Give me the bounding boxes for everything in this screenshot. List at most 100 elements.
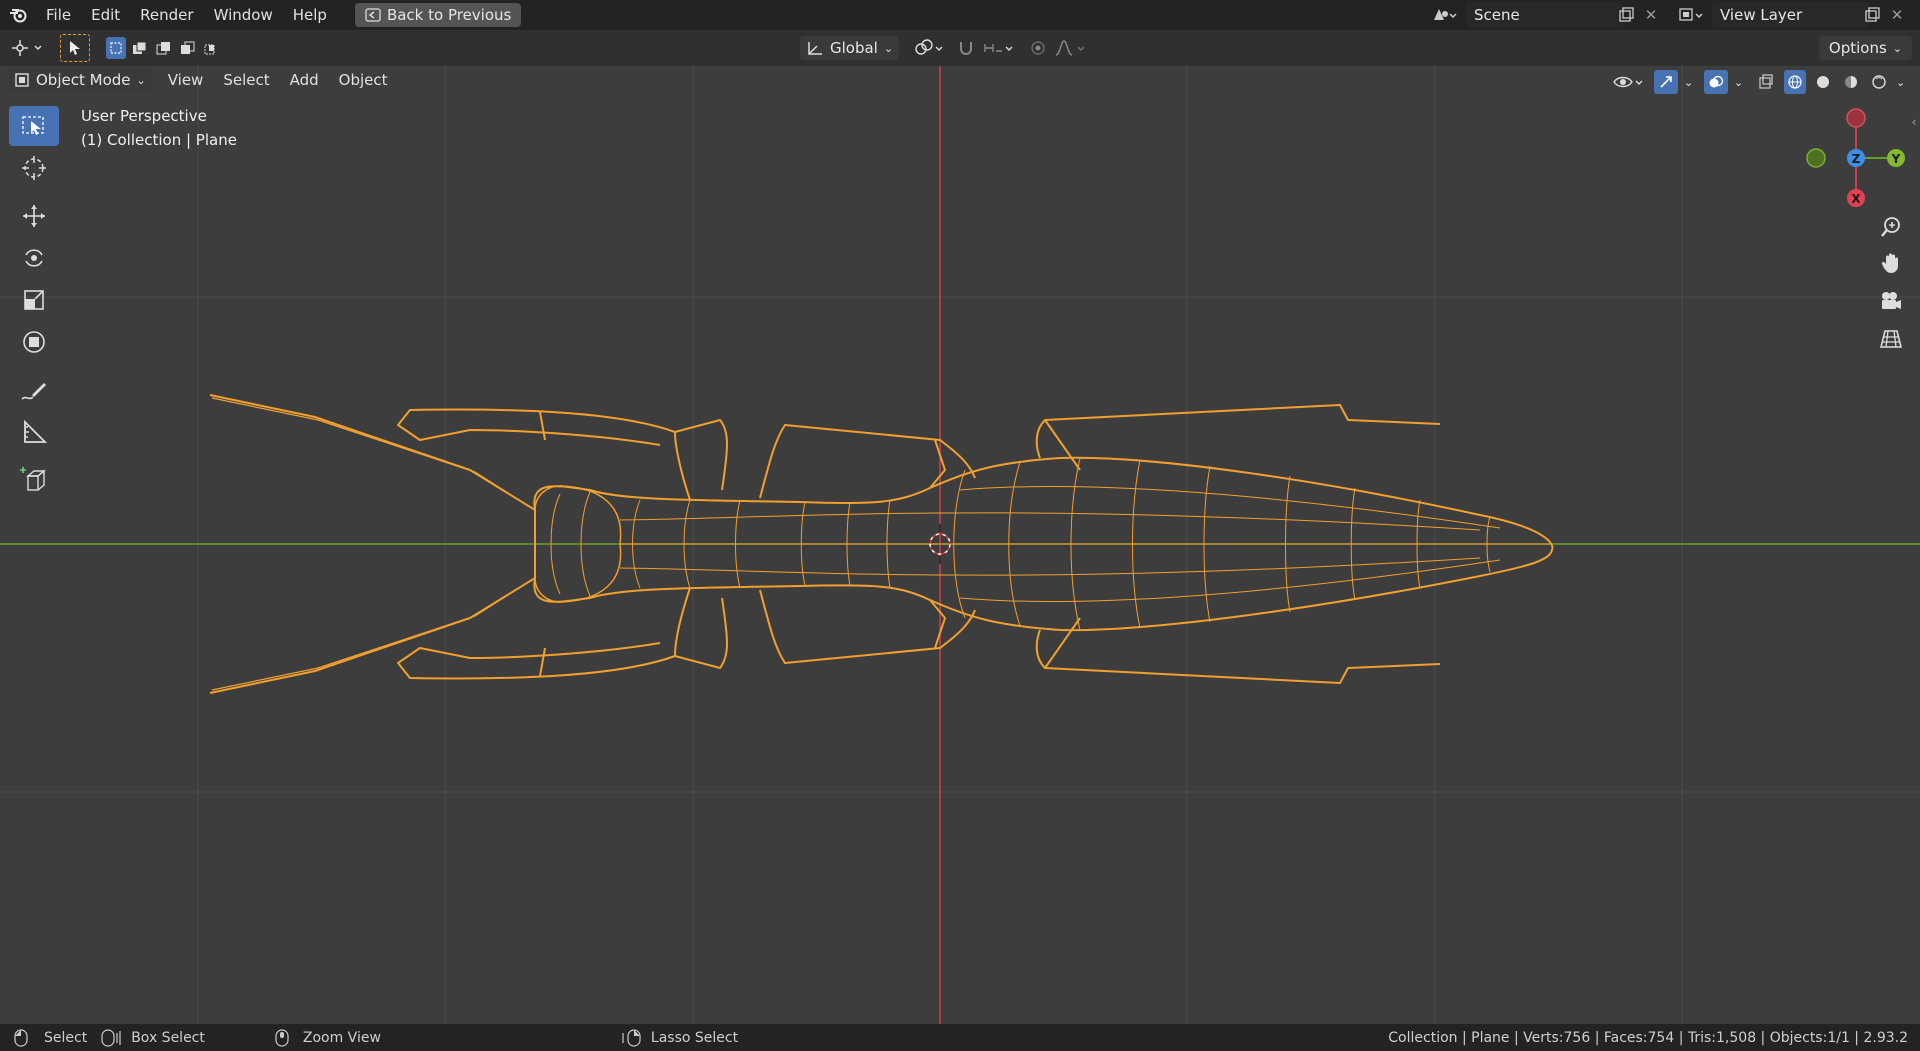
menu-help[interactable]: Help bbox=[283, 0, 337, 30]
viewport-menu-view[interactable]: View bbox=[158, 68, 214, 92]
status-box-select-label: Box Select bbox=[131, 1029, 205, 1046]
chevron-down-icon[interactable]: ⌄ bbox=[1684, 76, 1698, 89]
gizmo-toggle-icon[interactable] bbox=[1654, 70, 1678, 94]
grid-icon bbox=[1880, 330, 1902, 348]
options-dropdown[interactable]: Options ⌄ bbox=[1818, 36, 1912, 60]
chevron-down-icon: ⌄ bbox=[1892, 41, 1902, 55]
status-box-select: Box Select bbox=[101, 1028, 205, 1047]
pivot-point-icon[interactable] bbox=[912, 36, 948, 60]
pan-view-button[interactable] bbox=[1874, 246, 1908, 280]
back-to-previous-label: Back to Previous bbox=[386, 6, 512, 24]
new-scene-icon[interactable] bbox=[1614, 7, 1638, 23]
chevron-down-icon: ⌄ bbox=[136, 73, 146, 87]
camera-icon bbox=[1882, 292, 1901, 309]
hand-icon bbox=[1881, 253, 1898, 273]
proportional-editing-icon[interactable] bbox=[1026, 36, 1050, 60]
gizmo-y-label: Y bbox=[1891, 152, 1901, 166]
collection-label: (1) Collection | Plane bbox=[81, 131, 237, 149]
mode-difference-icon[interactable] bbox=[178, 37, 198, 59]
zoom-icon bbox=[1881, 217, 1900, 237]
snap-target-icon[interactable] bbox=[980, 36, 1018, 60]
viewport-menu-add[interactable]: Add bbox=[280, 68, 329, 92]
tool-cursor[interactable] bbox=[9, 148, 59, 188]
gizmo-x-label: X bbox=[1851, 192, 1861, 206]
menu-window[interactable]: Window bbox=[204, 0, 283, 30]
viewport-menu-select[interactable]: Select bbox=[213, 68, 279, 92]
back-icon bbox=[365, 8, 381, 22]
mode-intersect-icon[interactable] bbox=[202, 37, 222, 59]
back-to-previous-button[interactable]: Back to Previous bbox=[354, 3, 522, 27]
perspective-label: User Perspective bbox=[81, 107, 207, 125]
camera-view-button[interactable] bbox=[1874, 284, 1908, 318]
select-tool-icon[interactable] bbox=[60, 34, 90, 62]
status-zoom-view: Zoom View bbox=[275, 1028, 381, 1047]
sidebar-toggle-icon[interactable]: ‹ bbox=[1908, 112, 1920, 132]
tool-shelf bbox=[8, 106, 60, 500]
top-menu-bar: File Edit Render Window Help Back to Pre… bbox=[0, 0, 1920, 30]
shading-wireframe-icon[interactable] bbox=[1784, 70, 1806, 94]
shading-solid-icon[interactable] bbox=[1812, 70, 1834, 94]
transform-icon bbox=[23, 331, 45, 353]
menu-edit[interactable]: Edit bbox=[81, 0, 130, 30]
editor-type-icon[interactable] bbox=[8, 35, 48, 61]
menu-file[interactable]: File bbox=[36, 0, 81, 30]
object-mode-icon bbox=[15, 73, 29, 87]
xray-toggle-icon[interactable] bbox=[1754, 70, 1778, 94]
tool-select-box[interactable] bbox=[9, 106, 59, 146]
scene-name-field[interactable]: Scene bbox=[1466, 3, 1624, 27]
gizmo-neg-y-icon bbox=[1806, 148, 1826, 168]
chevron-down-icon[interactable]: ⌄ bbox=[1734, 76, 1748, 89]
tool-transform[interactable] bbox=[9, 322, 59, 362]
tool-scale[interactable] bbox=[9, 280, 59, 320]
object-mode-label: Object Mode bbox=[36, 71, 131, 89]
mouse-left-icon bbox=[14, 1028, 28, 1047]
view-layer-field[interactable]: View Layer bbox=[1712, 3, 1870, 27]
gizmo-z-label: Z bbox=[1852, 152, 1861, 166]
viewport-scene bbox=[0, 66, 1920, 1024]
navigation-gizmo[interactable]: Y X Z bbox=[1806, 108, 1906, 208]
viewport-menu-object[interactable]: Object bbox=[329, 68, 398, 92]
view-layer-selector-icon[interactable] bbox=[1674, 6, 1708, 24]
tool-rotate[interactable] bbox=[9, 238, 59, 278]
tool-add-cube[interactable] bbox=[9, 460, 59, 500]
menu-render[interactable]: Render bbox=[130, 0, 203, 30]
gizmo-neg-x-icon bbox=[1846, 108, 1866, 128]
transform-orientation-dropdown[interactable]: Global ⌄ bbox=[800, 36, 900, 60]
remove-view-layer-icon[interactable]: ✕ bbox=[1886, 6, 1908, 24]
selection-mode-group bbox=[106, 37, 222, 59]
new-view-layer-icon[interactable] bbox=[1860, 7, 1884, 23]
shading-material-icon[interactable] bbox=[1840, 70, 1862, 94]
status-lasso-select-label: Lasso Select bbox=[650, 1029, 739, 1046]
scene-statistics: Collection | Plane | Verts:756 | Faces:7… bbox=[1388, 1029, 1908, 1046]
viewport-display-controls: ⌄ ⌄ ⌄ bbox=[1610, 70, 1910, 94]
mouse-middle-icon bbox=[275, 1028, 289, 1047]
remove-scene-icon[interactable]: ✕ bbox=[1640, 6, 1662, 24]
mode-extend-icon[interactable] bbox=[130, 37, 150, 59]
cursor-icon bbox=[22, 156, 46, 180]
object-mode-dropdown[interactable]: Object Mode ⌄ bbox=[8, 68, 152, 92]
3d-viewport[interactable] bbox=[0, 66, 1920, 1024]
status-bar: Select Box Select Zoom View Lasso Select… bbox=[0, 1024, 1920, 1051]
tool-move[interactable] bbox=[9, 196, 59, 236]
orientation-icon bbox=[808, 42, 822, 55]
chevron-down-icon: ⌄ bbox=[883, 41, 894, 55]
chevron-down-icon[interactable]: ⌄ bbox=[1896, 76, 1910, 89]
blender-logo-icon[interactable] bbox=[0, 7, 36, 23]
falloff-curve-icon[interactable] bbox=[1052, 36, 1090, 60]
tool-annotate[interactable] bbox=[9, 370, 59, 410]
overlays-toggle-icon[interactable] bbox=[1704, 70, 1728, 94]
shading-rendered-icon[interactable] bbox=[1868, 70, 1890, 94]
snap-toggle-icon[interactable] bbox=[954, 36, 978, 60]
scene-selector-icon[interactable] bbox=[1426, 2, 1462, 28]
tool-measure[interactable] bbox=[9, 412, 59, 452]
visibility-eye-icon[interactable] bbox=[1610, 70, 1648, 94]
status-select-label: Select bbox=[44, 1029, 88, 1046]
tool-settings-bar: Global ⌄ Options ⌄ bbox=[0, 30, 1920, 66]
ortho-toggle-button[interactable] bbox=[1874, 322, 1908, 356]
mode-subtract-icon[interactable] bbox=[154, 37, 174, 59]
grid bbox=[0, 66, 1920, 1024]
rotate-icon bbox=[25, 249, 43, 267]
mode-set-icon[interactable] bbox=[106, 37, 126, 59]
zoom-view-button[interactable] bbox=[1874, 210, 1908, 244]
transform-orientation-label: Global bbox=[830, 39, 878, 57]
